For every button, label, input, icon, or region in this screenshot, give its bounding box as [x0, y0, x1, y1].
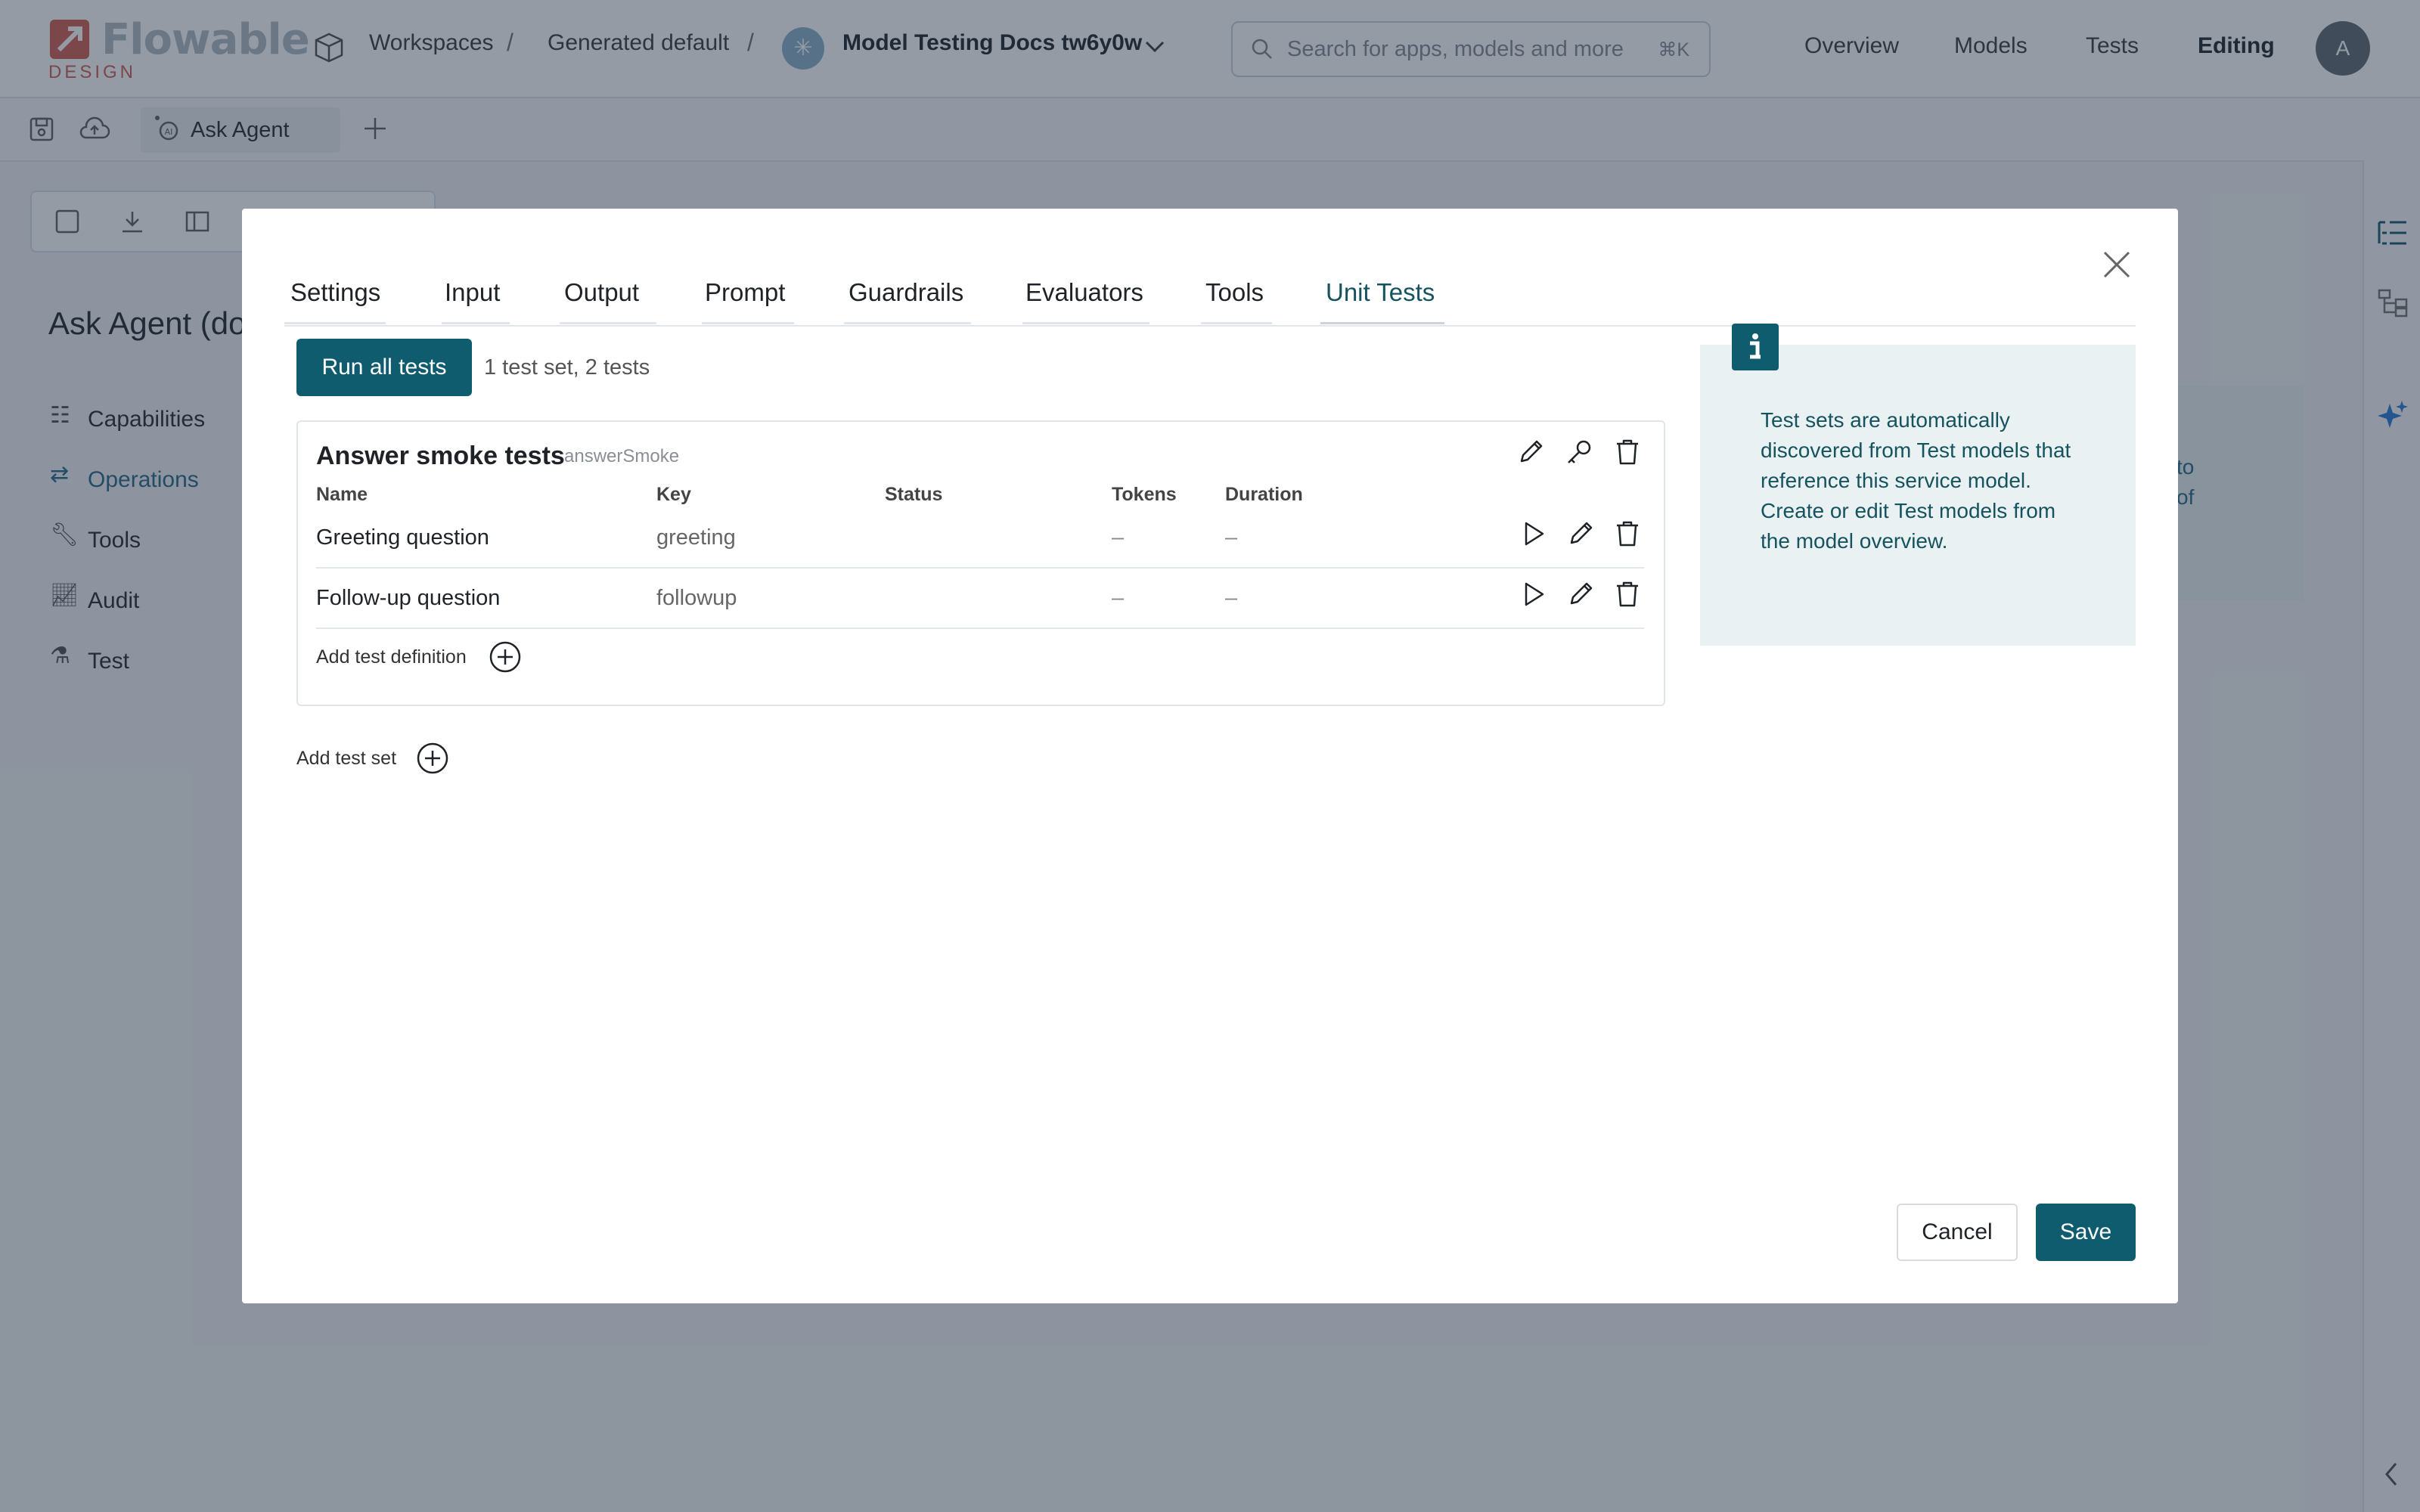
tab-underline	[1201, 322, 1272, 324]
test-row-name: Follow-up question	[316, 586, 501, 610]
add-test-definition-plus-icon[interactable]	[489, 640, 522, 674]
delete-test-trash-icon[interactable]	[1612, 519, 1643, 549]
test-row-tokens: –	[1112, 586, 1125, 610]
column-header-duration: Duration	[1225, 484, 1303, 505]
key-icon[interactable]	[1564, 437, 1594, 467]
tab-underline	[1022, 322, 1150, 324]
run-test-play-icon[interactable]	[1519, 519, 1549, 549]
tab-tools[interactable]: Tools	[1205, 278, 1264, 307]
tab-underline	[844, 322, 971, 324]
cancel-button[interactable]: Cancel	[1897, 1204, 2018, 1261]
test-summary: 1 test set, 2 tests	[484, 355, 650, 380]
add-test-set-plus-icon[interactable]	[416, 742, 449, 775]
tab-evaluators[interactable]: Evaluators	[1025, 278, 1143, 307]
add-test-definition-label[interactable]: Add test definition	[316, 646, 467, 668]
column-header-status: Status	[885, 484, 943, 505]
info-icon	[1732, 324, 1779, 370]
tab-underline	[560, 322, 656, 324]
run-all-tests-button[interactable]: Run all tests	[296, 339, 472, 396]
test-set-key: answerSmoke	[564, 446, 680, 466]
test-row-tokens: –	[1112, 525, 1125, 550]
row-divider	[316, 627, 1644, 629]
column-header-name: Name	[316, 484, 368, 505]
test-row-name: Greeting question	[316, 525, 489, 550]
delete-set-trash-icon[interactable]	[1612, 437, 1643, 467]
tab-underline	[442, 322, 510, 324]
edit-set-pencil-icon[interactable]	[1516, 437, 1546, 467]
tab-settings[interactable]: Settings	[290, 278, 380, 307]
column-header-key: Key	[656, 484, 691, 505]
tab-underline-active	[1320, 322, 1444, 324]
tab-output[interactable]: Output	[564, 278, 639, 307]
edit-test-pencil-icon[interactable]	[1565, 579, 1596, 609]
save-button[interactable]: Save	[2036, 1204, 2136, 1261]
test-set-name: Answer smoke tests	[316, 442, 565, 470]
add-test-set-label[interactable]: Add test set	[296, 748, 396, 770]
run-test-play-icon[interactable]	[1519, 579, 1549, 609]
test-row-duration: –	[1225, 525, 1238, 550]
tab-unit-tests[interactable]: Unit Tests	[1326, 278, 1435, 307]
tab-prompt[interactable]: Prompt	[705, 278, 785, 307]
tab-input[interactable]: Input	[445, 278, 500, 307]
delete-test-trash-icon[interactable]	[1612, 579, 1643, 609]
row-divider	[316, 567, 1644, 569]
test-row-key: greeting	[656, 525, 736, 550]
test-row-key: followup	[656, 586, 737, 610]
tab-underline	[284, 322, 386, 324]
edit-test-pencil-icon[interactable]	[1565, 519, 1596, 549]
tab-guardrails[interactable]: Guardrails	[849, 278, 963, 307]
info-text: Test sets are automatically discovered f…	[1761, 408, 2071, 553]
tab-underline	[702, 322, 794, 324]
test-row-duration: –	[1225, 586, 1238, 610]
column-header-tokens: Tokens	[1112, 484, 1177, 505]
